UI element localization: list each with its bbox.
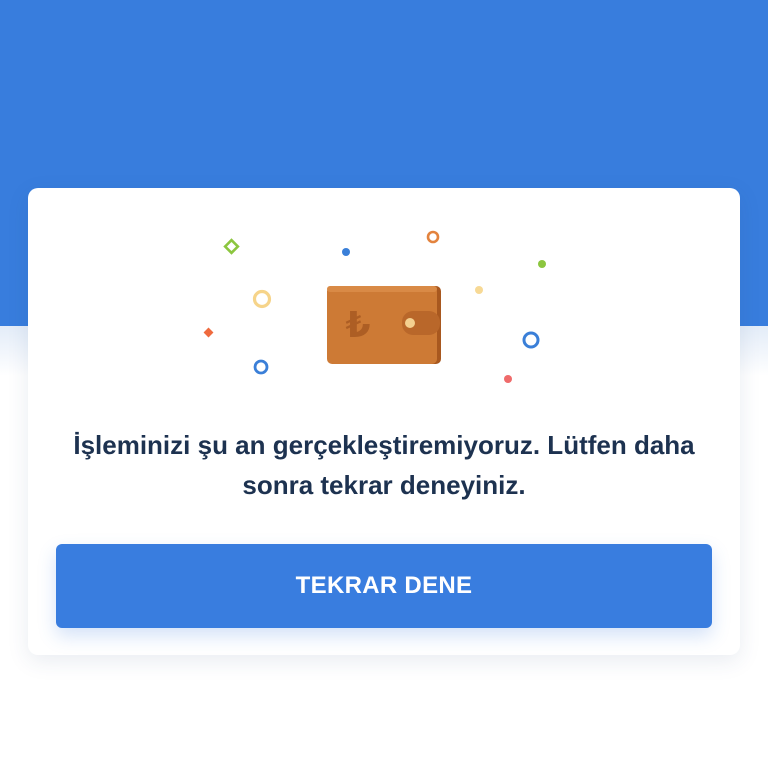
wallet-lira-icon: ₺: [327, 286, 441, 364]
lira-symbol: ₺: [345, 305, 370, 346]
confetti-ring-yellow: [252, 289, 272, 309]
retry-button[interactable]: TEKRAR DENE: [56, 544, 712, 628]
confetti-ring-blue-left: [253, 359, 269, 375]
error-card: ₺ İşleminizi şu an gerçekleştiremiyoruz.…: [28, 188, 740, 655]
confetti-diamond-orange: [203, 327, 214, 338]
error-message: İşleminizi şu an gerçekleştiremiyoruz. L…: [73, 430, 695, 500]
empty-wallet-illustration: ₺: [203, 230, 546, 383]
confetti-ring-orange: [426, 230, 440, 244]
confetti-dot-blue: [342, 248, 350, 256]
confetti-dot-red: [504, 375, 512, 383]
confetti-dot-yellow: [475, 286, 483, 294]
confetti-diamond-green: [223, 238, 240, 255]
confetti-ring-blue-right: [522, 331, 540, 349]
error-screen: ₺ İşleminizi şu an gerçekleştiremiyoruz.…: [0, 0, 768, 768]
confetti-dot-green: [538, 260, 546, 268]
